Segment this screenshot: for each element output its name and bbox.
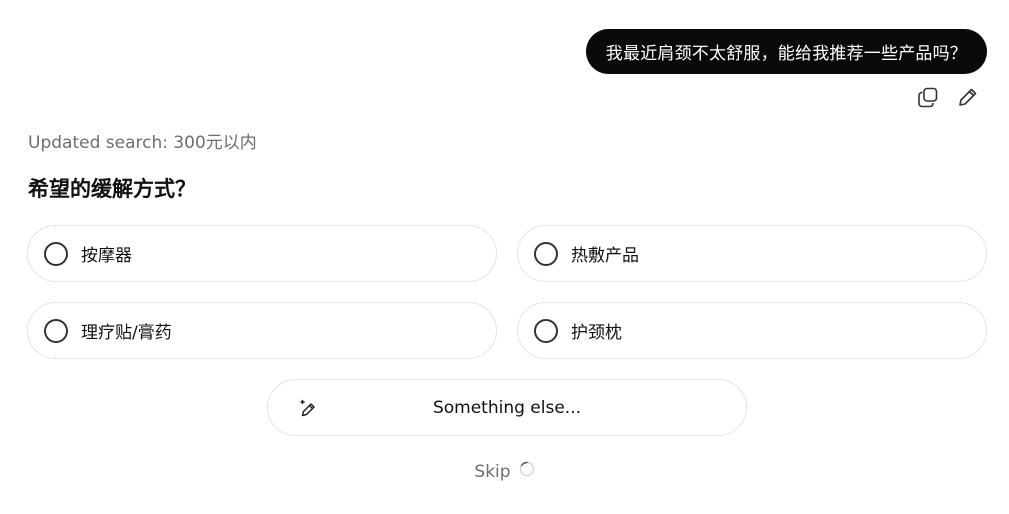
skip-button[interactable]: Skip (474, 462, 510, 482)
edit-pencil-icon (959, 88, 977, 106)
option-label: 理疗贴/膏药 (81, 323, 172, 343)
radio-button[interactable] (44, 241, 68, 266)
option-label: 按摩器 (81, 246, 132, 266)
loading-spinner-icon (519, 461, 534, 477)
question-title: 希望的缓解方式？ (28, 177, 196, 201)
option-neck-pillow[interactable]: 护颈枕 (517, 302, 987, 359)
option-therapy-patch[interactable]: 理疗贴/膏药 (27, 302, 497, 359)
magic-pencil-icon (300, 399, 315, 417)
option-label: 热敷产品 (571, 246, 639, 266)
chat-page: 我最近肩颈不太舒服，能给我推荐一些产品吗？ Updated search: 30… (0, 0, 1009, 514)
something-else-button[interactable]: Something else... (267, 379, 747, 436)
option-massager[interactable]: 按摩器 (27, 225, 497, 282)
radio-button[interactable] (534, 241, 558, 266)
radio-button[interactable] (44, 318, 68, 343)
user-message-bubble: 我最近肩颈不太舒服，能给我推荐一些产品吗？ (585, 29, 987, 74)
user-message-text: 我最近肩颈不太舒服，能给我推荐一些产品吗？ (605, 44, 967, 64)
copy-button[interactable] (917, 86, 939, 108)
radio-button[interactable] (534, 318, 558, 343)
something-else-label: Something else... (432, 397, 582, 418)
option-heat-products[interactable]: 热敷产品 (517, 225, 987, 282)
updated-search-note: Updated search: 300元以内 (28, 133, 257, 153)
option-label: 护颈枕 (571, 323, 622, 343)
edit-button[interactable] (957, 86, 979, 108)
message-actions (917, 86, 979, 108)
copy-icon (918, 87, 938, 108)
skip-row: Skip (0, 461, 1009, 482)
